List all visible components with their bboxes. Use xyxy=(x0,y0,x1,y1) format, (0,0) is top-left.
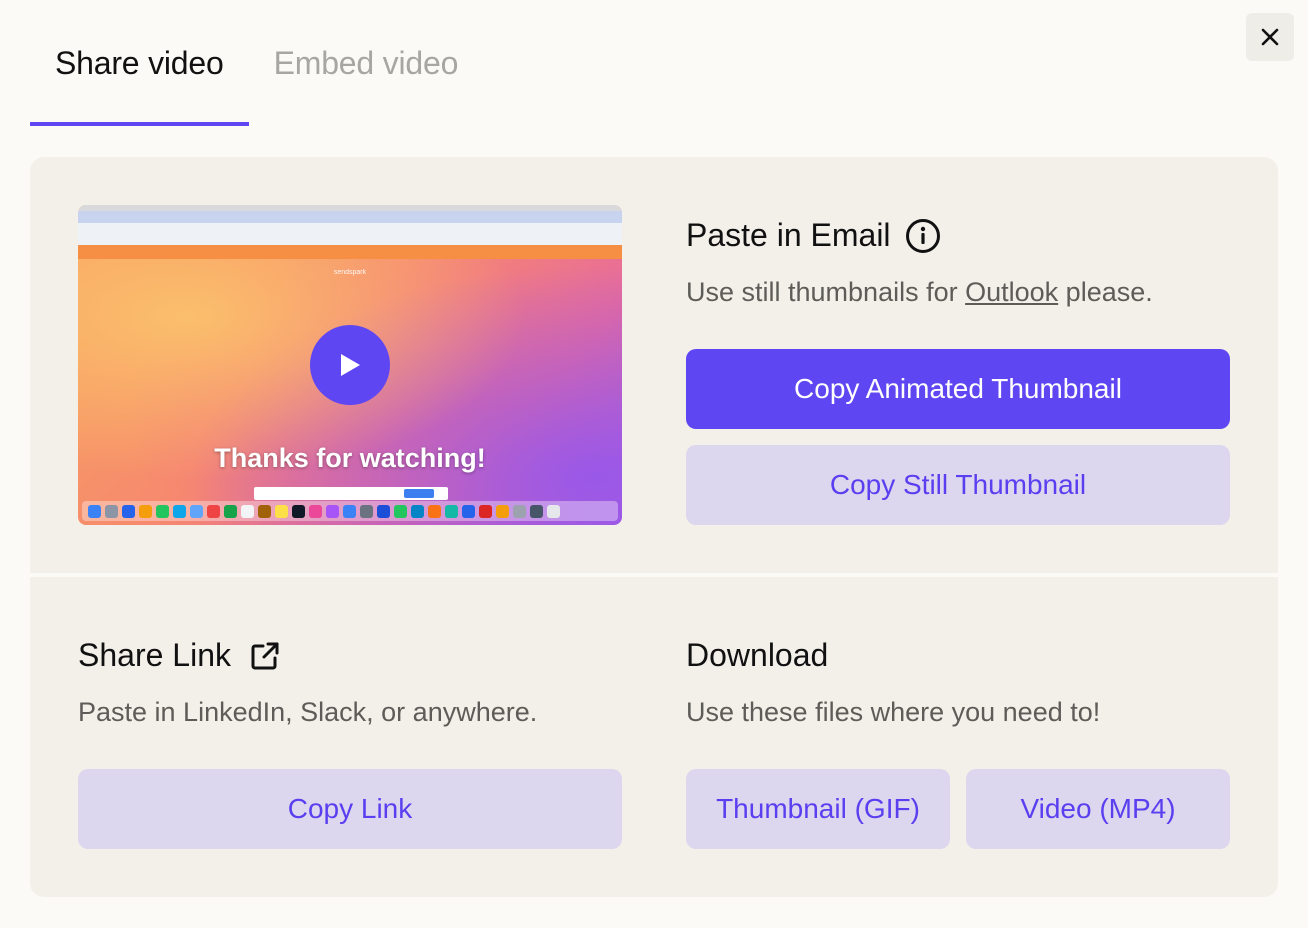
dock-app-icon xyxy=(122,504,135,518)
subtitle-text: please. xyxy=(1058,277,1153,307)
preview-dock xyxy=(82,501,618,521)
dock-app-icon xyxy=(88,504,101,518)
preview-tabbar xyxy=(78,211,622,223)
paste-in-email-subtitle: Use still thumbnails for Outlook please. xyxy=(686,277,1153,308)
dock-app-icon xyxy=(207,504,220,518)
dock-app-icon xyxy=(496,504,509,518)
download-gif-button[interactable]: Thumbnail (GIF) xyxy=(686,769,950,849)
copy-still-thumbnail-button[interactable]: Copy Still Thumbnail xyxy=(686,445,1230,525)
dock-app-icon xyxy=(547,504,560,518)
preview-addressbar xyxy=(78,223,622,245)
paste-in-email-heading: Paste in Email xyxy=(686,217,941,254)
dock-app-icon xyxy=(105,504,118,518)
download-mp4-button[interactable]: Video (MP4) xyxy=(966,769,1230,849)
dock-app-icon xyxy=(445,504,458,518)
dock-app-icon xyxy=(326,504,339,518)
dock-app-icon xyxy=(530,504,543,518)
video-caption: Thanks for watching! xyxy=(214,443,486,473)
dock-app-icon xyxy=(513,504,526,518)
dock-app-icon xyxy=(343,504,356,518)
dock-app-icon xyxy=(292,504,305,518)
subtitle-text: Use still thumbnails for xyxy=(686,277,966,307)
dock-app-icon xyxy=(309,504,322,518)
video-preview-thumbnail[interactable]: sendspark Thanks for watching! xyxy=(78,205,622,525)
info-icon[interactable] xyxy=(905,218,941,254)
preview-banner xyxy=(78,245,622,259)
share-link-title: Share Link xyxy=(78,637,231,673)
dock-app-icon xyxy=(479,504,492,518)
dock-app-icon xyxy=(360,504,373,518)
dock-app-icon xyxy=(139,504,152,518)
preview-sharing-bar xyxy=(254,487,448,500)
play-button[interactable] xyxy=(310,325,390,405)
dock-app-icon xyxy=(173,504,186,518)
share-link-subtitle: Paste in LinkedIn, Slack, or anywhere. xyxy=(78,697,538,727)
copy-animated-thumbnail-button[interactable]: Copy Animated Thumbnail xyxy=(686,349,1230,429)
play-icon xyxy=(341,354,360,376)
paste-in-email-title: Paste in Email xyxy=(686,217,891,253)
dock-app-icon xyxy=(275,504,288,518)
tab-embed-video[interactable]: Embed video xyxy=(249,0,484,126)
outlook-link[interactable]: Outlook xyxy=(965,277,1058,307)
tab-bar: Share video Embed video xyxy=(30,0,483,126)
close-icon xyxy=(1261,28,1279,46)
dock-app-icon xyxy=(224,504,237,518)
download-title: Download xyxy=(686,637,829,673)
share-panel: sendspark Thanks for watching! Paste in … xyxy=(30,157,1278,897)
dock-app-icon xyxy=(411,504,424,518)
dock-app-icon xyxy=(377,504,390,518)
dock-app-icon xyxy=(462,504,475,518)
tab-share-video[interactable]: Share video xyxy=(30,0,249,126)
preview-logo: sendspark xyxy=(333,269,367,276)
dock-app-icon xyxy=(156,504,169,518)
dock-app-icon xyxy=(241,504,254,518)
dock-app-icon xyxy=(258,504,271,518)
copy-link-button[interactable]: Copy Link xyxy=(78,769,622,849)
section-divider xyxy=(30,573,1278,577)
close-button[interactable] xyxy=(1246,13,1294,61)
dock-app-icon xyxy=(394,504,407,518)
download-heading: Download xyxy=(686,637,828,674)
external-link-icon[interactable] xyxy=(249,640,281,672)
download-subtitle: Use these files where you need to! xyxy=(686,697,1101,727)
dock-app-icon xyxy=(428,504,441,518)
dock-app-icon xyxy=(190,504,203,518)
share-link-heading: Share Link xyxy=(78,637,281,674)
